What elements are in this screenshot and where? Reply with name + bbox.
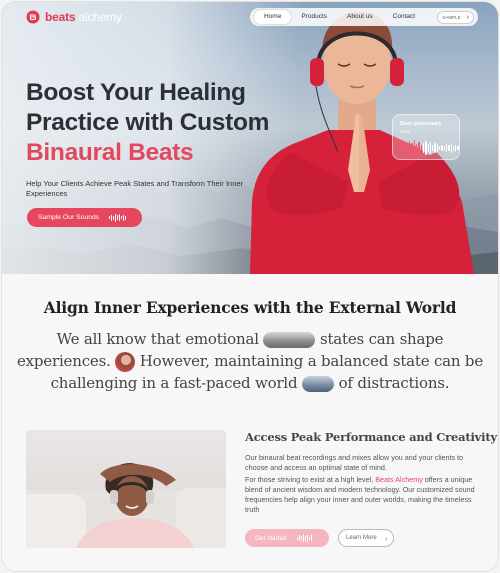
nav-cta-label: SAMPLE [442,14,461,20]
hero-title: Boost Your Healing Practice with Custom … [26,78,269,168]
align-text-line2: experiences. However, maintaining a bala… [2,352,498,372]
sea-thumbnail-image [302,376,335,392]
landscape-thumbnail-image [263,332,316,348]
peak-paragraph-2-a: For those striving to exist at a high le… [245,475,374,484]
soundwave-icon [109,213,127,222]
beat-widget-title: Beat pulmonary [400,121,442,127]
nav-item-products[interactable]: Products [291,10,337,24]
brand-name: beats alchemy [45,10,122,24]
brand-mention-link[interactable]: Beats Alchemy [375,475,423,484]
align-text-line3-a: challenging in a fast-paced world [50,374,298,392]
align-text-line1-a: We all know that emotional [56,330,259,348]
hero-title-line1: Boost Your Healing [26,79,246,106]
relaxing-woman-photo [26,430,226,548]
nav-item-contact[interactable]: Contact [383,10,425,24]
brand-name-part1: beats [45,10,76,24]
learn-more-button[interactable]: Learn More › [338,529,394,547]
sample-sounds-button[interactable]: Sample Our Sounds [27,208,142,227]
brand-logo[interactable]: beats alchemy [26,10,122,24]
page-frame: Beat pulmonary 1012 beats alchemy Home P… [2,2,498,571]
sample-sounds-label: Sample Our Sounds [38,214,100,221]
logo-mark-icon [26,10,40,24]
align-text-line2-a: experiences. [16,352,111,370]
hero-section: Beat pulmonary 1012 beats alchemy Home P… [2,2,498,274]
soundwave-icon [296,534,312,542]
align-text-line3-b: of distractions. [338,374,450,392]
beat-widget-subtitle: 1012 [400,129,411,134]
top-nav: Home Products About us Contact SAMPLE › [250,8,478,26]
nav-cta-button[interactable]: SAMPLE › [437,10,474,24]
hero-title-line3: Binaural Beats [26,139,194,166]
align-text-line1-b: states can shape [319,330,444,348]
chevron-right-icon: › [384,533,388,543]
hero-subtitle: Help Your Clients Achieve Peak States an… [26,179,244,198]
peak-section-title: Access Peak Performance and Creativity [245,430,497,444]
align-text-line3: challenging in a fast-paced world of dis… [2,374,498,392]
learn-more-label: Learn More [346,535,377,541]
align-text-line2-b: However, maintaining a balanced state ca… [139,352,484,370]
brand-name-part2: alchemy [78,10,122,24]
align-text-line1: We all know that emotional states can sh… [2,330,498,348]
portrait-thumbnail-image [115,352,136,372]
soundwave-icon [400,139,459,157]
arrow-right-icon: › [466,13,469,21]
align-section-title: Align Inner Experiences with the Externa… [43,298,457,317]
hero-title-line2: Practice with Custom [26,109,270,136]
beat-widget-card: Beat pulmonary 1012 [392,114,460,160]
peak-paragraph-2: For those striving to exist at a high le… [245,475,485,515]
nav-item-home[interactable]: Home [254,10,292,24]
get-started-button[interactable]: Get started [245,529,329,547]
peak-paragraph-1: Our binaural beat recordings and mixes a… [245,453,464,472]
nav-item-about-us[interactable]: About us [337,10,383,24]
get-started-label: Get started [255,534,287,542]
